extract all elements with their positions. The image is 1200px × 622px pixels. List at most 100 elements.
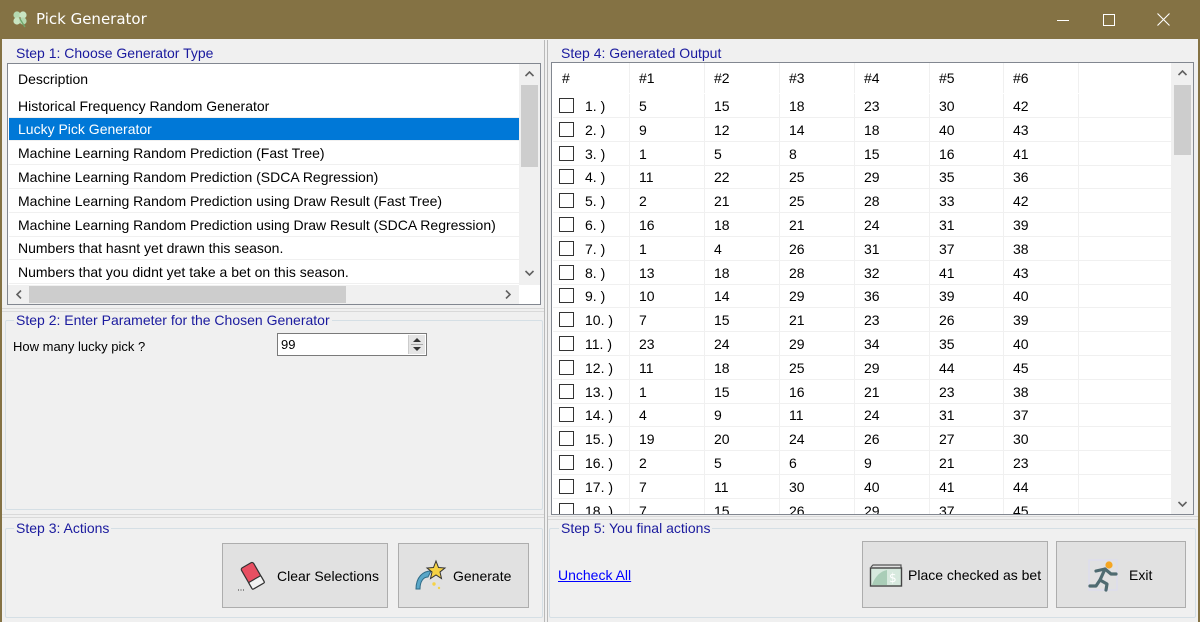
lucky-pick-count-input[interactable]: 99 <box>277 333 427 356</box>
row-checkbox[interactable] <box>559 407 574 423</box>
column-header-n4[interactable]: #4 <box>855 63 930 93</box>
generate-button[interactable]: Generate <box>398 543 529 608</box>
generator-type-list[interactable]: Description Historical Frequency Random … <box>7 63 541 305</box>
row-checkbox[interactable] <box>559 383 574 399</box>
table-row[interactable]: 18. ) 7 15 26 29 37 45 <box>553 498 1171 514</box>
list-item[interactable]: Machine Learning Random Prediction using… <box>9 190 519 213</box>
place-bet-button[interactable]: $ Place checked as bet <box>862 541 1048 608</box>
row-checkbox[interactable] <box>559 98 574 113</box>
generated-output-grid[interactable]: # #1 #2 #3 #4 #5 #6 1. ) 5 15 18 23 30 42 2. ) 9… <box>551 62 1194 515</box>
table-row[interactable]: 5. ) 2 21 25 28 33 42 <box>553 189 1171 214</box>
number-cell: 29 <box>855 165 930 190</box>
number-cell: 38 <box>1004 379 1079 404</box>
row-checkbox[interactable] <box>559 121 574 137</box>
scroll-thumb[interactable] <box>29 286 346 303</box>
table-row[interactable]: 6. ) 16 18 21 24 31 39 <box>553 213 1171 237</box>
column-header-n3[interactable]: #3 <box>780 63 855 93</box>
scroll-left-arrow[interactable] <box>10 286 27 303</box>
table-row[interactable]: 15. ) 19 20 24 26 27 30 <box>553 427 1171 452</box>
list-horizontal-scrollbar[interactable] <box>8 285 519 304</box>
list-item[interactable]: Machine Learning Random Prediction using… <box>9 214 519 237</box>
list-item[interactable]: Machine Learning Random Prediction (Fast… <box>9 142 519 165</box>
spin-divider <box>411 344 423 345</box>
number-cell: 12 <box>705 117 780 142</box>
table-row[interactable]: 10. ) 7 15 21 23 26 39 <box>553 308 1171 333</box>
row-index-cell: 9. ) <box>553 284 630 309</box>
row-checkbox[interactable] <box>559 264 574 280</box>
main-vertical-splitter[interactable] <box>544 40 548 622</box>
number-cell: 21 <box>705 189 780 214</box>
row-checkbox[interactable] <box>559 312 574 328</box>
number-cell: 30 <box>930 94 1004 118</box>
column-header-n2[interactable]: #2 <box>705 63 780 93</box>
row-checkbox[interactable] <box>559 288 574 304</box>
row-checkbox[interactable] <box>559 455 574 470</box>
list-item[interactable]: Numbers that you didnt yet take a bet on… <box>9 261 519 284</box>
table-row[interactable]: 1. ) 5 15 18 23 30 42 <box>553 94 1171 118</box>
number-cell: 18 <box>705 213 780 237</box>
scroll-thumb[interactable] <box>521 85 538 167</box>
row-index-cell: 11. ) <box>553 332 630 356</box>
table-row[interactable]: 12. ) 11 18 25 29 44 45 <box>553 355 1171 380</box>
list-item-selected[interactable]: Lucky Pick Generator <box>9 118 519 141</box>
number-cell: 30 <box>1004 427 1079 452</box>
lucky-pick-count-value[interactable]: 99 <box>281 337 295 352</box>
column-header-n1[interactable]: #1 <box>630 63 705 93</box>
number-cell: 24 <box>780 427 855 452</box>
number-cell: 23 <box>930 379 1004 404</box>
scroll-right-arrow[interactable] <box>499 286 516 303</box>
table-row[interactable]: 8. ) 13 18 28 32 41 43 <box>553 260 1171 285</box>
scroll-down-arrow[interactable] <box>1174 495 1191 512</box>
spin-up-icon[interactable] <box>413 338 421 342</box>
table-row[interactable]: 16. ) 2 5 6 9 21 23 <box>553 451 1171 475</box>
close-button[interactable] <box>1140 0 1186 39</box>
number-cell: 41 <box>930 260 1004 285</box>
column-header-n6[interactable]: #6 <box>1004 63 1079 93</box>
exit-button[interactable]: Exit <box>1056 541 1186 608</box>
number-cell: 7 <box>630 474 705 499</box>
table-row[interactable]: 4. ) 11 22 25 29 35 36 <box>553 165 1171 190</box>
numeric-spinner[interactable] <box>408 335 425 354</box>
row-checkbox[interactable] <box>559 169 574 185</box>
list-item[interactable]: Historical Frequency Random Generator <box>9 95 519 118</box>
row-checkbox[interactable] <box>559 431 574 447</box>
table-row[interactable]: 14. ) 4 9 11 24 31 37 <box>553 403 1171 428</box>
list-vertical-scrollbar[interactable] <box>519 64 540 285</box>
clover-icon <box>13 11 27 28</box>
clear-selections-button[interactable]: Clear Selections <box>222 543 388 608</box>
number-cell: 25 <box>780 355 855 380</box>
row-checkbox[interactable] <box>559 478 574 494</box>
number-cell: 33 <box>930 189 1004 214</box>
number-cell: 42 <box>1004 94 1079 118</box>
number-cell: 5 <box>705 141 780 166</box>
table-row[interactable]: 9. ) 10 14 29 36 39 40 <box>553 284 1171 309</box>
maximize-button[interactable] <box>1086 0 1132 39</box>
column-header-n5[interactable]: #5 <box>930 63 1004 93</box>
scroll-up-arrow[interactable] <box>1174 64 1191 81</box>
list-item[interactable]: Numbers that hasnt yet drawn this season… <box>9 237 519 260</box>
table-row[interactable]: 17. ) 7 11 30 40 41 44 <box>553 474 1171 499</box>
row-checkbox[interactable] <box>559 336 574 351</box>
row-checkbox[interactable] <box>559 240 574 256</box>
minimize-button[interactable] <box>1040 0 1086 39</box>
row-checkbox[interactable] <box>559 502 574 514</box>
table-row[interactable]: 3. ) 1 5 8 15 16 41 <box>553 141 1171 166</box>
row-checkbox[interactable] <box>559 193 574 209</box>
spin-down-icon[interactable] <box>413 347 421 351</box>
table-row[interactable]: 11. ) 23 24 29 34 35 40 <box>553 332 1171 356</box>
scroll-down-arrow[interactable] <box>521 264 538 281</box>
grid-vertical-scrollbar[interactable] <box>1171 63 1193 514</box>
number-cell: 31 <box>855 236 930 261</box>
row-checkbox[interactable] <box>559 217 574 232</box>
scroll-up-arrow[interactable] <box>521 65 538 82</box>
table-row[interactable]: 13. ) 1 15 16 21 23 38 <box>553 379 1171 404</box>
uncheck-all-link[interactable]: Uncheck All <box>558 567 631 583</box>
row-checkbox[interactable] <box>559 359 574 375</box>
table-row[interactable]: 7. ) 1 4 26 31 37 38 <box>553 236 1171 261</box>
table-row[interactable]: 2. ) 9 12 14 18 40 43 <box>553 117 1171 142</box>
list-item[interactable]: Machine Learning Random Prediction (SDCA… <box>9 166 519 189</box>
row-checkbox[interactable] <box>559 145 574 161</box>
left-splitter-2[interactable] <box>2 514 544 518</box>
scroll-thumb[interactable] <box>1174 85 1191 155</box>
column-header-index[interactable]: # <box>553 63 630 93</box>
